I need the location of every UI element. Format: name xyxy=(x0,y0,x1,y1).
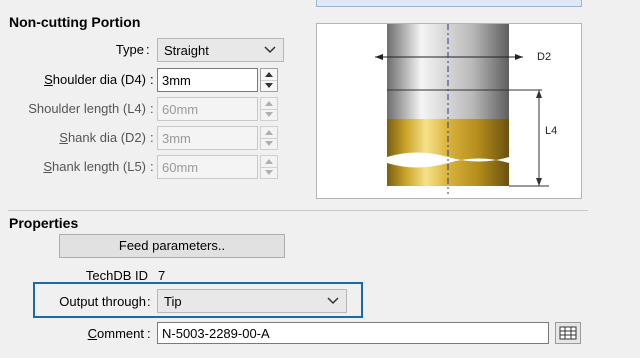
arrow-down-icon xyxy=(265,112,273,117)
shoulder-length-spinner[interactable] xyxy=(260,97,278,121)
shoulder-length-colon: : xyxy=(150,101,154,116)
shoulder-dia-label-text: houlder dia (D4) xyxy=(52,72,146,87)
grid-icon xyxy=(559,326,577,340)
shank-dia-colon: : xyxy=(150,130,154,145)
type-dropdown[interactable]: Straight xyxy=(157,38,284,62)
shank-length-label: Shank length (L5) xyxy=(20,159,146,174)
shoulder-dia-value: 3mm xyxy=(162,73,191,88)
shank-dia-label: Shank dia (D2) xyxy=(20,130,146,145)
tool-preview-panel: D2 L4 xyxy=(316,23,582,199)
shoulder-length-input[interactable]: 60mm xyxy=(157,97,258,121)
shank-length-colon: : xyxy=(150,159,154,174)
comment-label-text: omment xyxy=(97,326,144,341)
type-label: Type xyxy=(115,42,144,57)
shank-dia-input[interactable]: 3mm xyxy=(157,126,258,150)
type-colon: : xyxy=(146,42,150,57)
shank-dia-label-text: hank dia (D2) xyxy=(67,130,146,145)
output-through-dropdown[interactable]: Tip xyxy=(157,289,347,313)
arrow-left-icon xyxy=(515,54,523,60)
shank-length-value: 60mm xyxy=(162,160,199,175)
shank-dia-value: 3mm xyxy=(162,131,191,146)
comment-mnemonic: C xyxy=(87,326,98,341)
shank-length-input[interactable]: 60mm xyxy=(157,155,258,179)
section-title-properties: Properties xyxy=(9,215,79,231)
comment-value: N-5003-2289-00-A xyxy=(162,326,270,341)
output-through-colon: : xyxy=(147,294,151,309)
spin-down-button[interactable] xyxy=(261,80,277,91)
label-l4: L4 xyxy=(545,125,557,137)
arrow-up-icon xyxy=(265,72,273,77)
type-dropdown-value: Straight xyxy=(164,43,209,58)
shank-length-spinner[interactable] xyxy=(260,155,278,179)
output-through-value: Tip xyxy=(164,294,182,309)
shoulder-dia-spinner[interactable] xyxy=(260,68,278,92)
chevron-down-icon xyxy=(327,297,339,305)
shank-length-label-text: hank length (L5) xyxy=(52,159,146,174)
comment-input[interactable]: N-5003-2289-00-A xyxy=(157,322,549,344)
arrow-down-icon xyxy=(265,83,273,88)
spin-down-button[interactable] xyxy=(261,109,277,120)
shoulder-dia-label: Shoulder dia (D4) xyxy=(20,72,146,87)
top-panel-edge xyxy=(316,0,582,7)
feed-parameters-button[interactable]: Feed parameters.. xyxy=(59,234,285,258)
arrow-right-icon xyxy=(375,54,383,60)
shoulder-dia-mnemonic: S xyxy=(44,72,53,87)
output-through-label: Output through xyxy=(59,294,146,309)
spin-down-button[interactable] xyxy=(261,167,277,178)
techdb-label: TechDB ID xyxy=(85,268,148,283)
shoulder-dia-input[interactable]: 3mm xyxy=(157,68,258,92)
comment-edit-button[interactable] xyxy=(555,322,581,344)
shoulder-length-value: 60mm xyxy=(162,102,199,117)
shoulder-dia-colon: : xyxy=(150,72,154,87)
arrow-down-icon xyxy=(265,170,273,175)
arrow-up-icon xyxy=(265,130,273,135)
tool-diagram: D2 L4 xyxy=(375,24,557,194)
chevron-down-icon xyxy=(264,46,276,54)
comment-label: Comment xyxy=(80,326,144,341)
comment-colon: : xyxy=(147,326,151,341)
arrow-up-icon xyxy=(265,101,273,106)
shoulder-length-label: Shoulder length (L4) xyxy=(28,101,146,116)
shank-length-mnemonic: S xyxy=(43,159,53,174)
section-divider xyxy=(8,210,588,211)
label-d2: D2 xyxy=(537,51,551,63)
section-title-noncutting: Non-cutting Portion xyxy=(9,14,141,30)
arrow-up-icon xyxy=(536,90,542,98)
arrow-down-icon xyxy=(536,178,542,186)
shank-dia-spinner[interactable] xyxy=(260,126,278,150)
techdb-value: 7 xyxy=(158,268,166,283)
shank-dia-mnemonic: S xyxy=(59,130,68,145)
arrow-up-icon xyxy=(265,159,273,164)
spin-down-button[interactable] xyxy=(261,138,277,149)
arrow-down-icon xyxy=(265,141,273,146)
